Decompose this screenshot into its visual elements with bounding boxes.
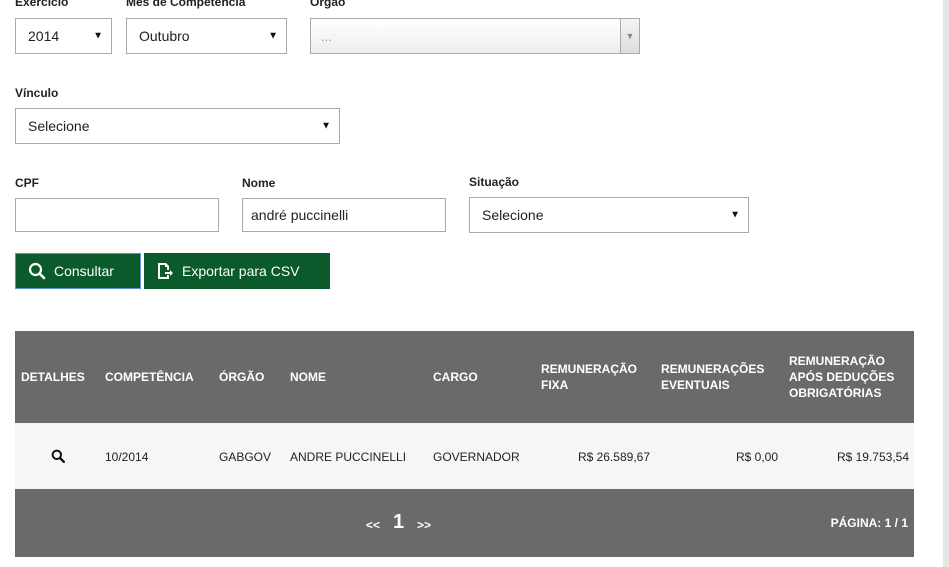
search-icon	[28, 262, 46, 280]
vertical-scrollbar[interactable]	[943, 0, 949, 567]
dropdown-arrow-icon: ▼	[321, 120, 331, 132]
exercicio-label: Exercício	[15, 0, 69, 9]
cell-remuneracoes-eventuais: R$ 0,00	[735, 450, 778, 464]
pagination-bar: << 1 >> PÁGINA: 1 / 1	[15, 489, 914, 557]
dropdown-arrow-icon: ▼	[268, 30, 278, 42]
col-remuneracoes-eventuais[interactable]: REMUNERAÇÕES EVENTUAIS	[661, 361, 764, 393]
col-remuneracoes-eventuais-line2: EVENTUAIS	[661, 378, 730, 392]
cell-cargo: GOVERNADOR	[433, 450, 520, 464]
col-remuneracao-fixa-line1: REMUNERAÇÃO	[541, 362, 637, 376]
col-remuneracao-fixa-line2: FIXA	[541, 378, 569, 392]
consultar-label: Consultar	[54, 263, 114, 279]
col-nome[interactable]: NOME	[290, 369, 326, 385]
exercicio-select[interactable]: 2014 ▼	[15, 18, 112, 54]
col-cargo[interactable]: CARGO	[433, 369, 478, 385]
pagination-current[interactable]: 1	[393, 511, 404, 534]
col-competencia[interactable]: COMPETÊNCIA	[105, 369, 194, 385]
nome-input[interactable]: andré puccinelli	[242, 198, 446, 232]
exercicio-value: 2014	[28, 28, 60, 44]
col-remuneracao-apos-line1: REMUNERAÇÃO	[789, 354, 885, 368]
dropdown-arrow-icon: ▼	[730, 209, 740, 221]
table-row: 10/2014 GABGOV ANDRE PUCCINELLI GOVERNAD…	[15, 423, 914, 489]
col-remuneracao-apos-line2: APÓS DEDUÇÕES	[789, 370, 895, 384]
page-info: PÁGINA: 1 / 1	[830, 516, 908, 530]
col-remuneracoes-eventuais-line1: REMUNERAÇÕES	[661, 362, 765, 376]
col-remuneracao-apos-line3: OBRIGATÓRIAS	[789, 386, 882, 400]
orgao-select[interactable]: ... ▼	[310, 18, 640, 54]
cell-competencia: 10/2014	[105, 450, 149, 464]
dropdown-arrow-icon: ▼	[93, 30, 103, 42]
cell-nome: ANDRE PUCCINELLI	[290, 450, 407, 464]
consultar-button[interactable]: Consultar	[15, 253, 141, 289]
mes-select[interactable]: Outubro ▼	[126, 18, 287, 54]
file-export-icon	[158, 263, 173, 279]
vinculo-value: Selecione	[28, 118, 90, 134]
situacao-select[interactable]: Selecione ▼	[469, 197, 749, 233]
mes-label: Mês de Competência	[126, 0, 246, 9]
situacao-label: Situação	[469, 175, 520, 189]
cpf-label: CPF	[15, 176, 39, 190]
vinculo-label: Vínculo	[15, 86, 59, 100]
nome-value: andré puccinelli	[251, 207, 349, 223]
col-remuneracao-fixa[interactable]: REMUNERAÇÃO FIXA	[541, 361, 637, 393]
col-detalhes[interactable]: DETALHES	[21, 369, 85, 385]
table-header: DETALHES COMPETÊNCIA ÓRGÃO NOME CARGO RE…	[15, 331, 914, 423]
dropdown-arrow-icon[interactable]: ▼	[620, 19, 639, 53]
nome-label: Nome	[242, 176, 276, 190]
pagination-next[interactable]: >>	[417, 518, 431, 532]
cell-orgao: GABGOV	[219, 450, 272, 464]
col-orgao[interactable]: ÓRGÃO	[219, 369, 264, 385]
col-remuneracao-apos-deducoes[interactable]: REMUNERAÇÃO APÓS DEDUÇÕES OBRIGATÓRIAS	[789, 353, 894, 401]
orgao-label: Órgão	[310, 0, 346, 9]
details-search-icon[interactable]	[51, 449, 65, 463]
exportar-label: Exportar para CSV	[182, 263, 300, 279]
exportar-csv-button[interactable]: Exportar para CSV	[144, 253, 330, 289]
mes-value: Outubro	[139, 28, 190, 44]
vinculo-select[interactable]: Selecione ▼	[15, 108, 340, 144]
cell-remuneracao-apos: R$ 19.753,54	[836, 450, 909, 464]
orgao-value: ...	[321, 28, 332, 44]
cpf-input[interactable]	[15, 198, 219, 232]
cell-remuneracao-fixa: R$ 26.589,67	[577, 450, 650, 464]
pagination-prev[interactable]: <<	[366, 518, 380, 532]
situacao-value: Selecione	[482, 207, 544, 223]
